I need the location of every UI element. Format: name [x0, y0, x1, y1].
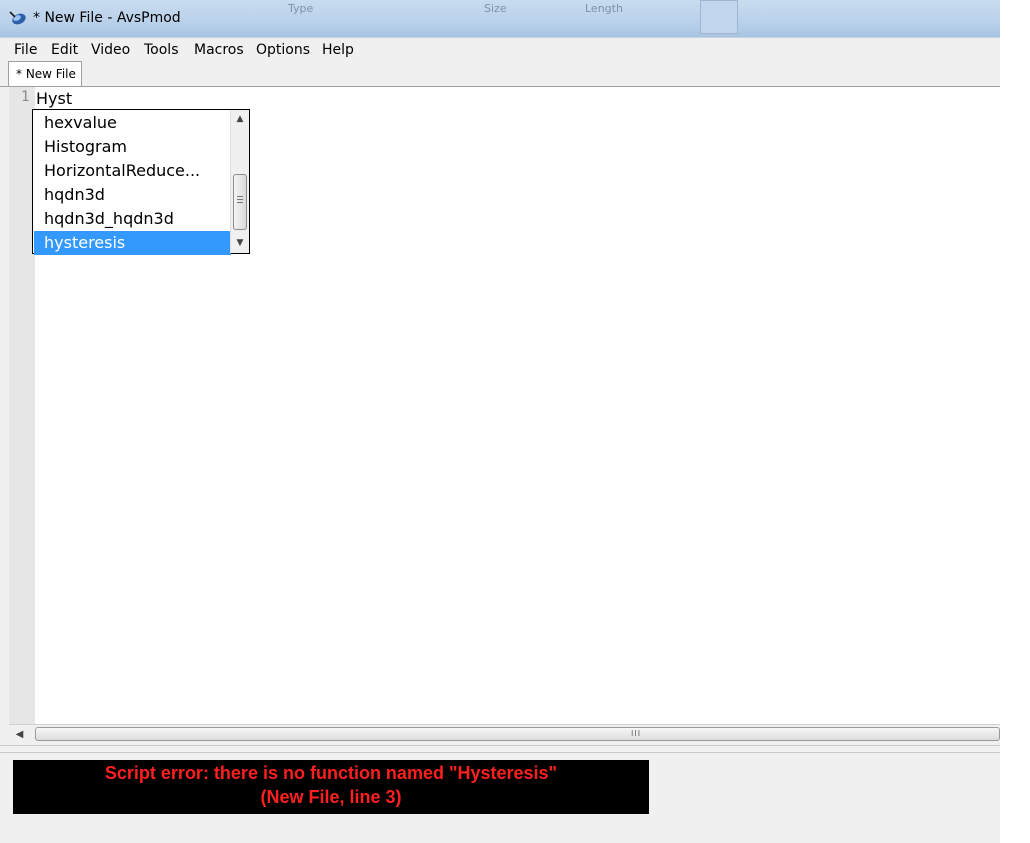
horizontal-scrollbar[interactable]: ◀ III [9, 724, 1000, 745]
window-title: * New File - AvsPmod [33, 10, 181, 26]
autocomplete-popup: hexvalue Histogram HorizontalReduce... h… [32, 109, 250, 255]
output-panel: Script error: there is no function named… [0, 753, 1000, 843]
horizontal-scroll-thumb[interactable]: III [35, 727, 1000, 741]
autocomplete-item[interactable]: HorizontalReduce... [34, 159, 231, 183]
app-window: Type Size Length * New File - AvsPmod Fi… [0, 0, 1000, 843]
menu-tools[interactable]: Tools [144, 42, 179, 58]
tab-strip: * New File [0, 59, 1000, 87]
tab-label: * New File [16, 67, 76, 81]
background-ghost-text: Length [585, 2, 623, 15]
scroll-down-arrow-icon[interactable]: ▼ [231, 234, 249, 252]
autocomplete-scrollbar[interactable]: ▲ ▼ [230, 110, 249, 253]
autocomplete-item[interactable]: hqdn3d_hqdn3d [34, 207, 231, 231]
title-bar[interactable]: Type Size Length * New File - AvsPmod [0, 0, 1000, 37]
menu-bar: File Edit Video Tools Macros Options Hel… [0, 37, 1000, 60]
error-message-box: Script error: there is no function named… [13, 760, 649, 814]
menu-macros[interactable]: Macros [194, 42, 244, 58]
menu-edit[interactable]: Edit [51, 42, 78, 58]
menu-file[interactable]: File [14, 42, 37, 58]
scroll-left-arrow-icon[interactable]: ◀ [11, 725, 28, 744]
background-ghost-text: Size [484, 2, 507, 15]
background-ghost-panel [700, 0, 738, 34]
tab-new-file[interactable]: * New File [8, 61, 82, 86]
autocomplete-item[interactable]: Histogram [34, 135, 231, 159]
scroll-grip-icon: III [631, 729, 642, 738]
scroll-up-arrow-icon[interactable]: ▲ [231, 110, 249, 128]
background-ghost-text: Type [288, 2, 314, 15]
autocomplete-list: hexvalue Histogram HorizontalReduce... h… [34, 111, 231, 255]
error-message-line: Script error: there is no function named… [104, 763, 558, 783]
scroll-grip-icon [237, 196, 243, 205]
autocomplete-item[interactable]: hexvalue [34, 111, 231, 135]
avspmod-icon[interactable] [8, 9, 28, 27]
panel-splitter[interactable] [0, 745, 1000, 753]
autocomplete-scroll-thumb[interactable] [233, 174, 247, 230]
autocomplete-item[interactable]: hqdn3d [34, 183, 231, 207]
menu-video[interactable]: Video [91, 42, 130, 58]
menu-options[interactable]: Options [256, 42, 310, 58]
line-number: 1 [21, 89, 30, 105]
autocomplete-item-selected[interactable]: hysteresis [34, 231, 231, 255]
menu-help[interactable]: Help [322, 42, 354, 58]
background-desktop [1000, 0, 1030, 843]
editor-code-line[interactable]: Hyst [36, 89, 72, 108]
error-location-line: (New File, line 3) [260, 787, 402, 807]
